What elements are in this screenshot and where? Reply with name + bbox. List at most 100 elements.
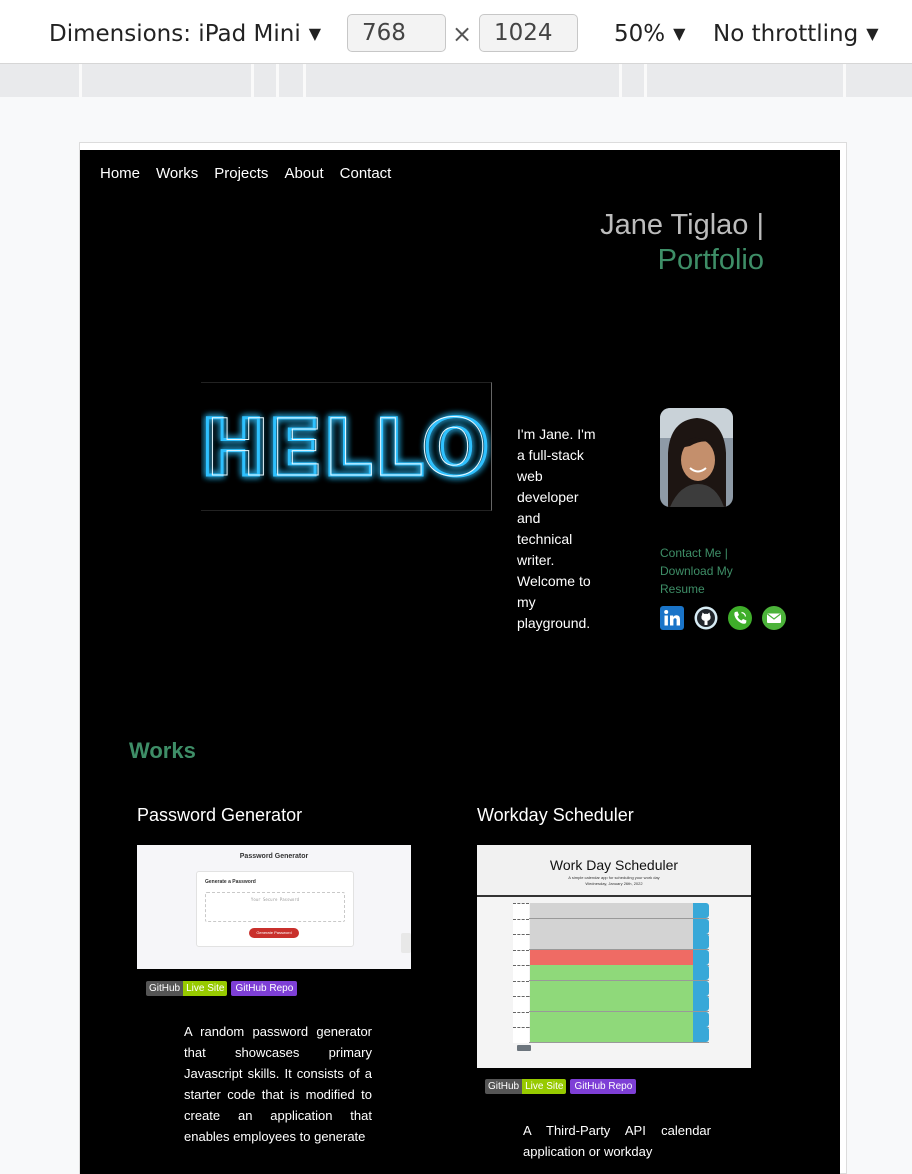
pg-heading: Password Generator — [239, 853, 309, 860]
nav-contact-link[interactable]: Contact — [340, 165, 392, 182]
devtools-toolbar: Dimensions: iPad Mini ▼ 768 × 1024 50% ▼ N… — [0, 0, 912, 64]
badge-github-label: GitHub — [485, 1079, 523, 1094]
password-generator-screenshot[interactable]: Password Generator Generate a Password Y… — [137, 845, 411, 969]
ws-tagline: A simple calendar app for scheduling you… — [568, 875, 660, 880]
pg-scroll-thumb — [401, 933, 411, 953]
media-query-divider — [843, 64, 846, 97]
ws-hour-cell — [513, 965, 529, 981]
workday-scheduler-description: A Third-Party API calendar application o… — [523, 1123, 711, 1159]
ws-hour-cell — [513, 949, 529, 966]
media-query-divider — [251, 64, 254, 97]
ws-event-cell — [530, 903, 693, 918]
media-query-bar[interactable] — [0, 64, 912, 97]
ws-save-button — [693, 996, 709, 1011]
card-title-password-generator: Password Generator — [137, 805, 303, 825]
ws-event-cell — [530, 996, 693, 1011]
linkedin-icon[interactable] — [660, 606, 684, 630]
github-repo-badge[interactable]: GitHub Repo — [231, 981, 298, 996]
ws-time-row — [513, 980, 709, 997]
media-query-divider — [303, 64, 306, 97]
ws-save-button — [693, 1027, 709, 1042]
contact-resume-links[interactable]: Contact Me | Download My Resume — [660, 544, 760, 598]
badge-live-site-label: Live Site — [522, 1079, 567, 1094]
ws-save-button — [693, 965, 709, 980]
zoom-dropdown[interactable]: 50% ▼ — [614, 20, 685, 50]
hello-text-core: HELLO — [205, 404, 487, 494]
brand-name: Jane Tiglao | — [600, 209, 764, 241]
email-icon[interactable] — [762, 606, 786, 630]
dimensions-label: Dimensions: iPad Mini — [49, 21, 301, 47]
workday-scheduler-screenshot[interactable]: Work Day Scheduler A simple calendar app… — [477, 845, 751, 1068]
dimensions-dropdown[interactable]: Dimensions: iPad Mini ▼ — [49, 20, 321, 50]
ws-hour-cell — [513, 1027, 529, 1043]
brand-subtitle: Portfolio — [657, 244, 764, 276]
media-query-divider — [644, 64, 647, 97]
ws-header: Work Day Scheduler A simple calendar app… — [477, 845, 751, 897]
ws-event-cell — [530, 1011, 693, 1027]
live-site-badge[interactable]: GitHub Live Site — [485, 1079, 567, 1094]
width-input[interactable]: 768 — [347, 14, 446, 52]
chevron-down-icon: ▼ — [673, 24, 686, 43]
phone-icon[interactable] — [728, 606, 752, 630]
ws-time-row — [513, 949, 709, 966]
media-query-divider — [619, 64, 622, 97]
hello-neon-image: HELLO HELLO — [199, 382, 492, 511]
pg-generate-button: Generate Password — [249, 928, 299, 938]
badge-live-site-label: Live Site — [183, 981, 228, 996]
throttling-dropdown[interactable]: No throttling ▼ — [713, 20, 879, 50]
github-repo-badge[interactable]: GitHub Repo — [570, 1079, 637, 1094]
live-site-badge[interactable]: GitHub Live Site — [146, 981, 228, 996]
avatar — [660, 408, 733, 507]
ws-heading: Work Day Scheduler — [549, 857, 679, 873]
ws-event-cell — [530, 918, 693, 934]
times-icon: × — [452, 20, 473, 48]
social-links — [660, 606, 786, 630]
ws-clear-button — [517, 1045, 531, 1051]
ws-event-cell — [530, 1027, 693, 1042]
ws-hour-cell — [513, 903, 529, 919]
ws-hour-cell — [513, 918, 529, 935]
nav-works-link[interactable]: Works — [156, 165, 198, 182]
ws-time-row — [513, 965, 709, 981]
pg-subheading: Generate a Password — [205, 879, 256, 885]
ws-time-row — [513, 1027, 709, 1043]
ws-event-cell — [530, 934, 693, 949]
portfolio-page: Home Works Projects About Contact Jane T… — [80, 150, 840, 1174]
chevron-down-icon: ▼ — [308, 24, 322, 43]
ws-save-button — [693, 903, 709, 918]
ws-save-button — [693, 1011, 709, 1027]
media-query-divider — [79, 64, 82, 97]
ws-hour-cell — [513, 1011, 529, 1028]
ws-time-row — [513, 1011, 709, 1028]
pg-password-field: Your Secure Password — [205, 892, 345, 922]
ws-save-button — [693, 918, 709, 934]
nav-about-link[interactable]: About — [284, 165, 323, 182]
media-query-divider — [276, 64, 279, 97]
password-generator-badges: GitHub Live Site GitHub Repo — [146, 981, 298, 996]
ws-event-cell — [530, 980, 693, 996]
ws-date: Wednesday, January 26th, 2022 — [585, 881, 643, 886]
card-title-workday-scheduler: Workday Scheduler — [477, 805, 634, 825]
height-input[interactable]: 1024 — [479, 14, 578, 52]
ws-time-row — [513, 934, 709, 950]
site-brand: Jane Tiglao | Portfolio — [600, 208, 764, 278]
nav-home-link[interactable]: Home — [100, 165, 140, 182]
site-nav: Home Works Projects About Contact — [100, 165, 391, 182]
ws-hour-cell — [513, 996, 529, 1012]
ws-event-cell — [530, 949, 693, 965]
badge-github-label: GitHub — [146, 981, 184, 996]
password-generator-description: A random password generator that showcas… — [184, 1024, 372, 1144]
github-icon[interactable] — [694, 606, 718, 630]
ws-save-button — [693, 934, 709, 949]
ws-time-row — [513, 903, 709, 919]
ws-time-row — [513, 918, 709, 935]
throttling-label: No throttling — [713, 21, 859, 47]
badge-repo-label: GitHub Repo — [231, 981, 298, 996]
ws-save-button — [693, 980, 709, 996]
nav-projects-link[interactable]: Projects — [214, 165, 268, 182]
chevron-down-icon: ▼ — [866, 24, 879, 43]
badge-repo-label: GitHub Repo — [570, 1079, 637, 1094]
pg-card: Generate a Password Your Secure Password… — [196, 871, 354, 947]
ws-event-cell — [530, 965, 693, 980]
ws-time-row — [513, 996, 709, 1012]
